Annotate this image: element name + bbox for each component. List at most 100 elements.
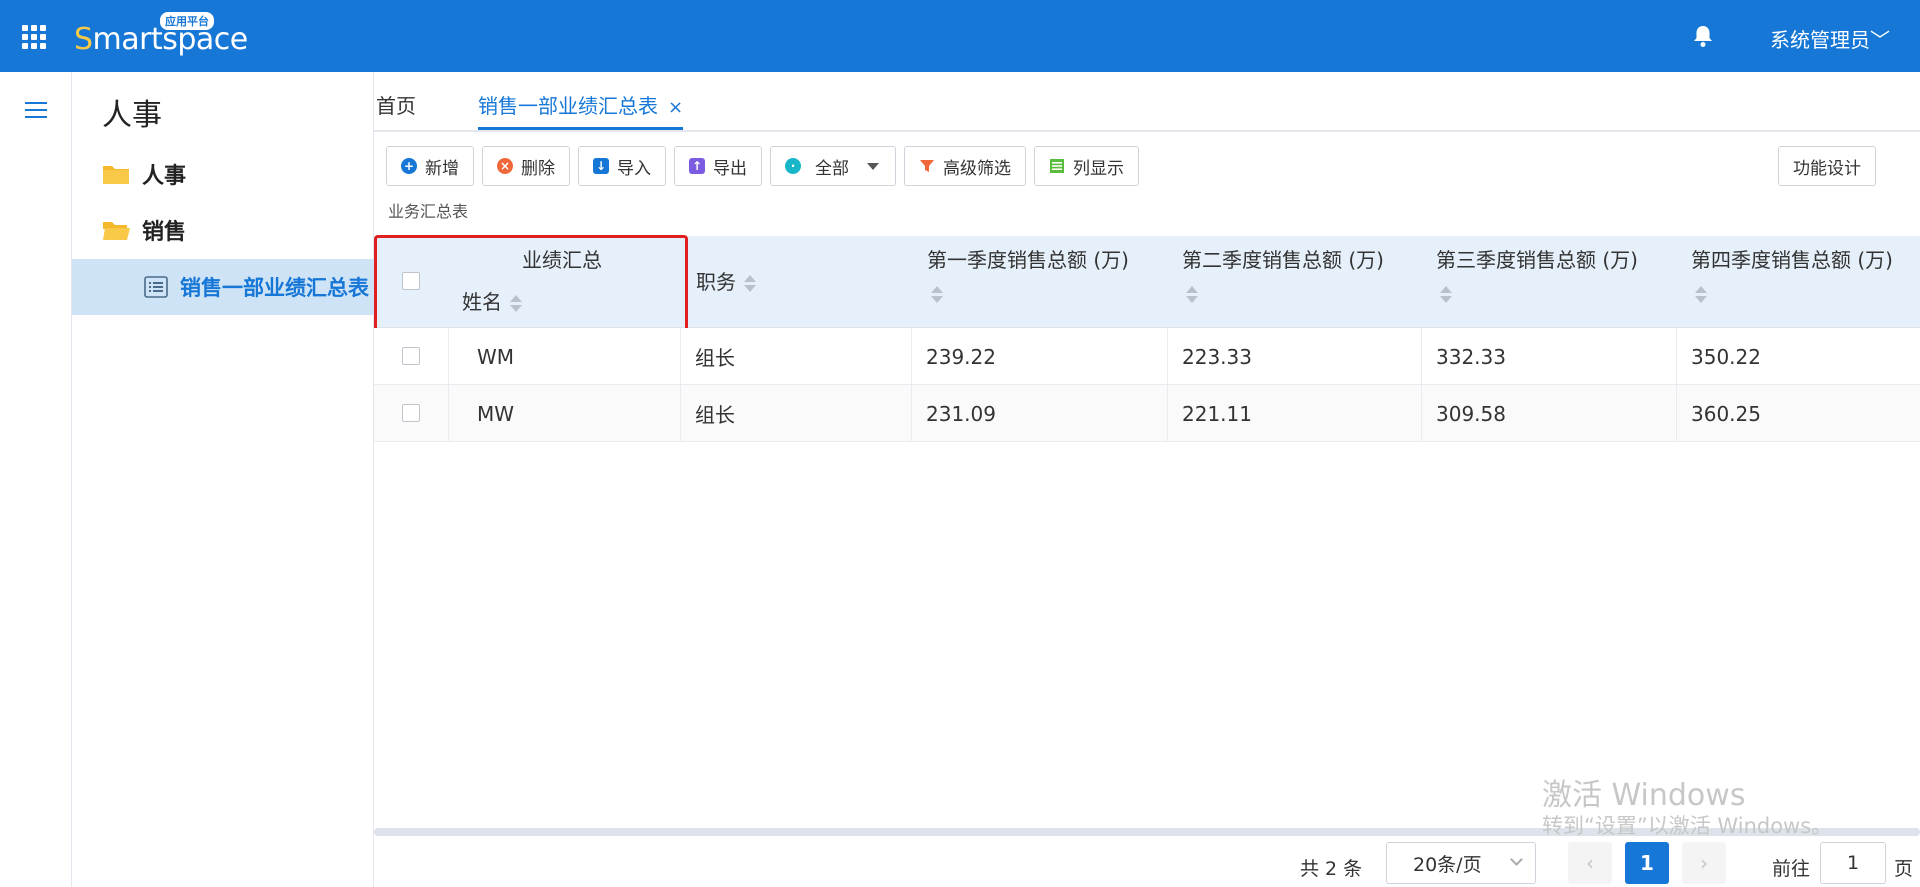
top-header: Smartspace 应用平台 系统管理员﹀ (0, 0, 1920, 72)
sort-icon[interactable] (1186, 285, 1198, 305)
scope-select[interactable]: · 全部 (770, 146, 896, 186)
folder-icon (103, 166, 129, 184)
tab-sales-summary[interactable]: 销售一部业绩汇总表 × (478, 90, 684, 130)
column-header-q3[interactable]: 第三季度销售总额 (万) (1436, 244, 1638, 336)
logo-badge: 应用平台 (160, 12, 214, 30)
column-header-label: 第二季度销售总额 (万) (1182, 248, 1384, 272)
table-row[interactable]: MW 组长 231.09 221.11 309.58 360.25 (374, 385, 1920, 442)
user-name: 系统管理员 (1770, 28, 1870, 52)
left-rail (0, 72, 72, 887)
sort-icon[interactable] (1440, 285, 1452, 305)
chevron-down-icon (1510, 853, 1523, 866)
row-checkbox[interactable] (402, 347, 420, 365)
data-table: 业绩汇总 姓名 职务 第一季度销售总额 (万) 第二季度销售总额 (万) 第三季… (374, 235, 1920, 442)
plus-icon: + (401, 158, 417, 174)
delete-icon: × (497, 158, 513, 174)
column-header-q2[interactable]: 第二季度销售总额 (万) (1182, 244, 1384, 336)
cell-q3: 309.58 (1421, 385, 1676, 442)
cell-q3: 332.33 (1421, 328, 1676, 385)
hamburger-menu-icon[interactable] (25, 102, 47, 118)
column-header-role[interactable]: 职务 (696, 266, 756, 296)
scope-select-value: 全部 (815, 158, 849, 179)
column-header-label: 第四季度销售总额 (万) (1691, 248, 1893, 272)
tab-bar: 首页 销售一部业绩汇总表 × (374, 72, 1920, 132)
columns-icon (1050, 159, 1064, 173)
table-subtitle: 业务汇总表 (388, 202, 469, 221)
goto-label: 前往 (1772, 858, 1811, 880)
table-header: 业绩汇总 姓名 职务 第一季度销售总额 (万) 第二季度销售总额 (万) 第三季… (374, 235, 1920, 337)
sort-icon[interactable] (1695, 285, 1707, 305)
cell-q1: 239.22 (911, 328, 1167, 385)
module-sidebar: 人事 人事 销售 销售一部业绩汇总表 (72, 72, 374, 887)
column-display-button[interactable]: 列显示 (1034, 146, 1139, 186)
goto-unit: 页 (1894, 858, 1914, 880)
import-label: 导入 (617, 158, 651, 179)
delete-button[interactable]: × 删除 (482, 146, 570, 186)
advanced-filter-button[interactable]: 高级筛选 (904, 146, 1026, 186)
delete-label: 删除 (521, 158, 555, 179)
activation-watermark-hint: 转到“设置”以激活 Windows。 (1542, 814, 1833, 838)
toolbar: + 新增 × 删除 ↓ 导入 ↑ 导出 · 全部 高级筛选 列显示 (386, 146, 1147, 186)
sort-icon[interactable] (931, 285, 943, 305)
smartspace-logo[interactable]: Smartspace (74, 22, 248, 57)
filter-icon (920, 160, 934, 172)
logo-letter: S (74, 22, 93, 57)
cell-q1: 231.09 (911, 385, 1167, 442)
page-size-value: 20条/页 (1413, 853, 1482, 876)
tab-label: 销售一部业绩汇总表 (478, 94, 658, 118)
app-grid-icon[interactable] (22, 25, 46, 49)
list-icon (144, 276, 168, 298)
total-count: 共 2 条 (1300, 858, 1363, 880)
import-button[interactable]: ↓ 导入 (578, 146, 666, 186)
column-header-label: 第三季度销售总额 (万) (1436, 248, 1638, 272)
import-icon: ↓ (593, 158, 609, 174)
column-header-q1[interactable]: 第一季度销售总额 (万) (927, 244, 1129, 336)
sidebar-item-hr[interactable]: 人事 (102, 154, 186, 194)
sidebar-item-sales-dept1-summary[interactable]: 销售一部业绩汇总表 (72, 259, 374, 315)
grid-icon: · (785, 158, 801, 174)
table-row[interactable]: WM 组长 239.22 223.33 332.33 350.22 (374, 328, 1920, 385)
caret-down-icon (867, 162, 879, 170)
column-header-q4[interactable]: 第四季度销售总额 (万) (1691, 244, 1893, 336)
sort-icon[interactable] (744, 274, 756, 294)
column-display-label: 列显示 (1073, 158, 1124, 179)
add-label: 新增 (425, 158, 459, 179)
sidebar-item-label: 销售 (142, 220, 187, 245)
page-size-select[interactable]: 20条/页 (1386, 842, 1536, 884)
page-number-current[interactable]: 1 (1625, 842, 1669, 884)
activation-watermark-title: 激活 Windows (1542, 778, 1746, 813)
module-title: 人事 (102, 98, 162, 133)
highlight-box (374, 235, 688, 337)
cell-q4: 350.22 (1676, 328, 1920, 385)
folder-open-icon (103, 222, 130, 240)
function-design-label: 功能设计 (1793, 158, 1861, 179)
cell-q4: 360.25 (1676, 385, 1920, 442)
tab-home[interactable]: 首页 (376, 90, 416, 130)
export-label: 导出 (713, 158, 747, 179)
bell-icon[interactable] (1692, 24, 1714, 48)
main-content: 首页 销售一部业绩汇总表 × + 新增 × 删除 ↓ 导入 ↑ 导出 · 全部 (374, 72, 1920, 887)
cell-name: MW (448, 385, 680, 442)
goto-page-input[interactable] (1820, 842, 1886, 884)
cell-q2: 223.33 (1167, 328, 1421, 385)
advanced-filter-label: 高级筛选 (943, 158, 1011, 179)
cell-role: 组长 (680, 328, 911, 385)
tab-label: 首页 (376, 94, 416, 118)
prev-page-button[interactable]: ‹ (1568, 842, 1612, 884)
column-header-label: 第一季度销售总额 (万) (927, 248, 1129, 272)
cell-name: WM (448, 328, 680, 385)
close-icon[interactable]: × (668, 97, 683, 118)
user-menu[interactable]: 系统管理员﹀ (1770, 24, 1890, 53)
add-button[interactable]: + 新增 (386, 146, 474, 186)
sidebar-leaf-label: 销售一部业绩汇总表 (180, 276, 369, 300)
cell-q2: 221.11 (1167, 385, 1421, 442)
sidebar-item-sales[interactable]: 销售 (102, 210, 186, 250)
function-design-button[interactable]: 功能设计 (1778, 146, 1876, 186)
chevron-down-icon: ﹀ (1870, 28, 1890, 52)
export-button[interactable]: ↑ 导出 (674, 146, 762, 186)
next-page-button[interactable]: › (1682, 842, 1726, 884)
row-checkbox[interactable] (402, 404, 420, 422)
column-header-label: 职务 (696, 270, 736, 294)
pagination: 共 2 条 20条/页 ‹ 1 › 前往 页 (374, 842, 1920, 887)
export-icon: ↑ (689, 158, 705, 174)
